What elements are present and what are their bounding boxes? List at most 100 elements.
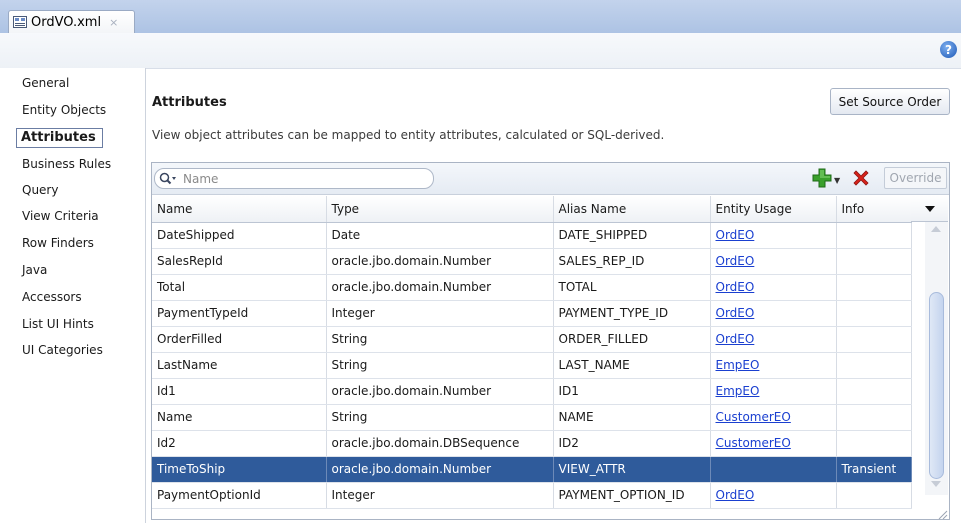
cell-info[interactable]	[836, 378, 912, 405]
cell-info[interactable]	[836, 430, 912, 457]
cell-entity-usage[interactable]	[710, 456, 837, 483]
entity-usage-link[interactable]: OrdEO	[716, 254, 755, 268]
cell-name[interactable]: LastName	[152, 352, 327, 379]
cell-type[interactable]: Integer	[326, 482, 554, 509]
search-input[interactable]	[181, 170, 405, 187]
column-header-info[interactable]: Info	[836, 196, 912, 223]
cell-info[interactable]	[836, 274, 912, 301]
scrollbar-thumb[interactable]	[929, 292, 944, 479]
entity-usage-link[interactable]: OrdEO	[716, 306, 755, 320]
cell-info[interactable]	[836, 482, 912, 509]
cell-entity-usage[interactable]: OrdEO	[710, 326, 837, 353]
nav-item-list-ui-hints[interactable]: List UI Hints	[22, 317, 94, 331]
cell-entity-usage[interactable]: EmpEO	[710, 352, 837, 379]
cell-alias-name[interactable]: LAST_NAME	[553, 352, 711, 379]
column-header-name[interactable]: Name	[152, 196, 327, 223]
table-row[interactable]: Id1 oracle.jbo.domain.Number ID1 EmpEO	[152, 378, 912, 405]
cell-name[interactable]: SalesRepId	[152, 248, 327, 275]
cell-alias-name[interactable]: ID1	[553, 378, 711, 405]
entity-usage-link[interactable]: OrdEO	[716, 228, 755, 242]
cell-alias-name[interactable]: PAYMENT_TYPE_ID	[553, 300, 711, 327]
nav-item-row-finders[interactable]: Row Finders	[22, 236, 94, 250]
cell-entity-usage[interactable]: OrdEO	[710, 222, 837, 249]
nav-item-general[interactable]: General	[22, 76, 69, 90]
cell-entity-usage[interactable]: EmpEO	[710, 378, 837, 405]
cell-name[interactable]: Name	[152, 404, 327, 431]
table-row[interactable]: SalesRepId oracle.jbo.domain.Number SALES_…	[152, 248, 912, 275]
add-dropdown-icon[interactable]: ▼	[834, 176, 840, 185]
cell-name[interactable]: Id1	[152, 378, 327, 405]
cell-type[interactable]: oracle.jbo.domain.Number	[326, 378, 554, 405]
nav-item-query[interactable]: Query	[22, 183, 58, 197]
entity-usage-link[interactable]: OrdEO	[716, 488, 755, 502]
cell-type[interactable]: oracle.jbo.domain.Number	[326, 274, 554, 301]
delete-attribute-icon[interactable]	[851, 168, 871, 188]
cell-name[interactable]: PaymentTypeId	[152, 300, 327, 327]
override-button[interactable]: Override	[884, 167, 947, 189]
cell-type[interactable]: oracle.jbo.domain.Number	[326, 456, 554, 483]
cell-type[interactable]: Integer	[326, 300, 554, 327]
tab-close-icon[interactable]: ×	[109, 16, 118, 29]
cell-type[interactable]: oracle.jbo.domain.Number	[326, 248, 554, 275]
entity-usage-link[interactable]: CustomerEO	[716, 436, 791, 450]
resize-grip-icon[interactable]	[936, 508, 948, 520]
cell-entity-usage[interactable]: OrdEO	[710, 248, 837, 275]
cell-entity-usage[interactable]: CustomerEO	[710, 430, 837, 457]
table-row[interactable]: Name String NAME CustomerEO	[152, 404, 912, 431]
cell-name[interactable]: Id2	[152, 430, 327, 457]
entity-usage-link[interactable]: CustomerEO	[716, 410, 791, 424]
cell-entity-usage[interactable]: OrdEO	[710, 482, 837, 509]
search-icon[interactable]	[159, 172, 177, 186]
table-row[interactable]: Total oracle.jbo.domain.Number TOTAL OrdEO	[152, 274, 912, 301]
cell-alias-name[interactable]: TOTAL	[553, 274, 711, 301]
cell-info[interactable]	[836, 352, 912, 379]
cell-name[interactable]: TimeToShip	[152, 456, 327, 483]
cell-type[interactable]: oracle.jbo.domain.DBSequence	[326, 430, 554, 457]
table-row[interactable]: OrderFilled String ORDER_FILLED OrdEO	[152, 326, 912, 353]
cell-info[interactable]	[836, 222, 912, 249]
cell-entity-usage[interactable]: OrdEO	[710, 300, 837, 327]
table-row[interactable]: LastName String LAST_NAME EmpEO	[152, 352, 912, 379]
table-row[interactable]: Id2 oracle.jbo.domain.DBSequence ID2 Custom…	[152, 430, 912, 457]
nav-item-business-rules[interactable]: Business Rules	[22, 157, 111, 171]
cell-info[interactable]	[836, 326, 912, 353]
search-field[interactable]	[154, 168, 434, 189]
help-icon[interactable]: ?	[940, 41, 957, 58]
column-header-alias-name[interactable]: Alias Name	[553, 196, 711, 223]
cell-alias-name[interactable]: NAME	[553, 404, 711, 431]
table-row[interactable]: PaymentOptionId Integer PAYMENT_OPTION_ID O…	[152, 482, 912, 509]
scroll-down-arrow-icon[interactable]	[931, 481, 941, 487]
scroll-up-arrow-icon[interactable]	[931, 226, 941, 232]
cell-info[interactable]	[836, 404, 912, 431]
cell-name[interactable]: Total	[152, 274, 327, 301]
cell-alias-name[interactable]: PAYMENT_OPTION_ID	[553, 482, 711, 509]
cell-alias-name[interactable]: ID2	[553, 430, 711, 457]
cell-type[interactable]: String	[326, 404, 554, 431]
nav-item-attributes[interactable]: Attributes	[16, 128, 103, 148]
entity-usage-link[interactable]: OrdEO	[716, 332, 755, 346]
entity-usage-link[interactable]: EmpEO	[716, 358, 760, 372]
entity-usage-link[interactable]: EmpEO	[716, 384, 760, 398]
entity-usage-link[interactable]: OrdEO	[716, 280, 755, 294]
tab-ordvo-xml[interactable]: OrdVO.xml ×	[8, 10, 135, 33]
nav-item-entity-objects[interactable]: Entity Objects	[22, 103, 106, 117]
cell-info[interactable]	[836, 248, 912, 275]
add-attribute-icon[interactable]	[812, 168, 832, 188]
cell-type[interactable]: String	[326, 352, 554, 379]
nav-item-java[interactable]: Java	[22, 263, 47, 277]
cell-info[interactable]	[836, 300, 912, 327]
cell-entity-usage[interactable]: CustomerEO	[710, 404, 837, 431]
column-chooser-button[interactable]	[911, 196, 948, 222]
cell-name[interactable]: DateShipped	[152, 222, 327, 249]
cell-name[interactable]: PaymentOptionId	[152, 482, 327, 509]
cell-alias-name[interactable]: VIEW_ATTR	[553, 456, 711, 483]
cell-info[interactable]: Transient	[836, 456, 912, 483]
cell-type[interactable]: String	[326, 326, 554, 353]
cell-name[interactable]: OrderFilled	[152, 326, 327, 353]
column-header-type[interactable]: Type	[326, 196, 554, 223]
cell-entity-usage[interactable]: OrdEO	[710, 274, 837, 301]
nav-item-ui-categories[interactable]: UI Categories	[22, 343, 103, 357]
cell-alias-name[interactable]: ORDER_FILLED	[553, 326, 711, 353]
set-source-order-button[interactable]: Set Source Order	[830, 88, 950, 115]
table-row[interactable]: PaymentTypeId Integer PAYMENT_TYPE_ID OrdEO	[152, 300, 912, 327]
